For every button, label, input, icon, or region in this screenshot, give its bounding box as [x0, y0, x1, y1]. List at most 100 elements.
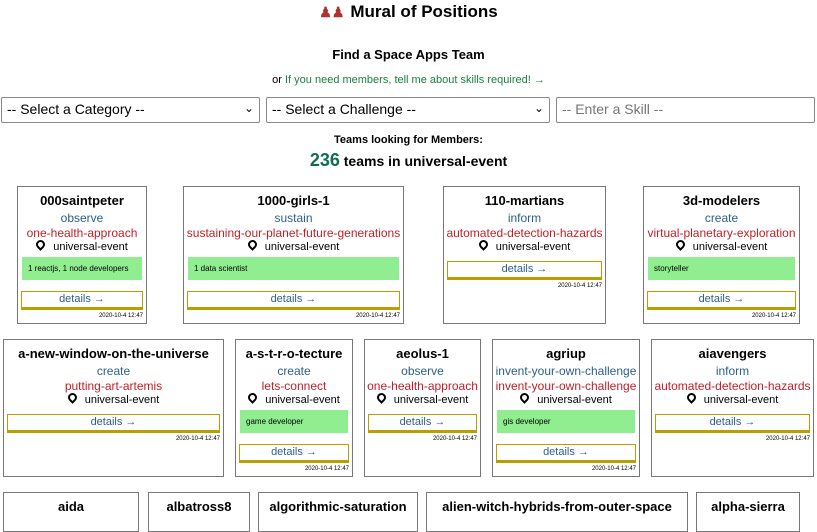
details-button[interactable]: details → [496, 444, 636, 463]
team-card: 000saintpeter observe one-health-approach u… [17, 186, 147, 324]
category-select-value: -- Select a Category -- [7, 101, 145, 117]
team-name: aiavengers [698, 346, 767, 361]
location-pin-icon [684, 391, 698, 404]
details-button[interactable]: details → [187, 291, 400, 310]
details-button[interactable]: details → [21, 291, 143, 310]
team-name: 110-martians [484, 193, 565, 208]
category-select[interactable]: -- Select a Category -- ⌄ [1, 97, 260, 123]
team-challenge: invent-your-own-challenge [495, 379, 637, 393]
team-count-number: 236 [309, 150, 340, 170]
team-event: universal-event [493, 391, 639, 406]
people-icon: ♟♟ [319, 4, 345, 20]
location-pin-icon [374, 391, 388, 404]
details-button[interactable]: details → [655, 414, 810, 433]
find-team-heading: Find a Space Apps Team [332, 47, 485, 62]
chevron-down-icon: ⌄ [243, 101, 254, 115]
team-name: agriup [546, 346, 586, 361]
chevron-down-icon: ⌄ [533, 101, 544, 115]
team-challenge: putting-art-artemis [64, 379, 163, 393]
team-name: 1000-girls-1 [257, 193, 330, 208]
team-name: 000saintpeter [40, 193, 124, 208]
team-event: universal-event [4, 391, 223, 406]
location-pin-icon [34, 238, 48, 251]
team-card: aeolus-1 observe one-health-approach univer… [364, 339, 481, 477]
team-event: universal-event [444, 238, 605, 253]
team-date: 2020-10-4 12:47 [765, 436, 810, 442]
team-event: universal-event [18, 238, 146, 253]
team-name: albatross8 [166, 499, 232, 514]
team-challenge: one-health-approach [26, 226, 138, 240]
team-challenge: automated-detection-hazards [446, 226, 603, 240]
location-pin-icon [518, 391, 532, 404]
team-date: 2020-10-4 12:47 [557, 283, 602, 289]
members-link[interactable]: If you need members, tell me about skill… [285, 74, 545, 86]
team-event-label: universal-event [265, 394, 340, 406]
location-pin-icon [65, 391, 79, 404]
team-card: albatross8 [148, 492, 250, 532]
team-skills: game developer [240, 410, 348, 433]
page-title-text: Mural of Positions [350, 2, 498, 21]
team-subgroup: create [704, 211, 739, 225]
team-card: agriup invent-your-own-challenge invent-yo… [492, 339, 640, 477]
team-name: alpha-sierra [711, 499, 785, 514]
location-pin-icon [246, 391, 260, 404]
team-date: 2020-10-4 12:47 [751, 313, 796, 319]
details-button[interactable]: details → [7, 414, 220, 433]
team-card: a-s-t-r-o-tecture create lets-connect unive… [235, 339, 353, 477]
team-card: alien-witch-hybrids-from-outer-space [426, 492, 688, 532]
team-challenge: sustaining-our-planet-future-generations [186, 226, 401, 240]
team-date: 2020-10-4 12:47 [98, 313, 143, 319]
arrow-right-icon: → [533, 74, 545, 86]
team-event: universal-event [236, 391, 352, 406]
team-skills: 1 data scientist [188, 257, 399, 280]
details-button[interactable]: details → [239, 444, 349, 463]
team-skills: gis developer [497, 410, 635, 433]
team-skills: storyteller [648, 257, 795, 280]
team-card: a-new-window-on-the-universe create puttin… [3, 339, 224, 477]
team-name: 3d-modelers [682, 193, 761, 208]
team-count-suffix: teams in universal-event [343, 153, 508, 169]
team-subgroup: create [96, 364, 131, 378]
team-event-label: universal-event [264, 241, 340, 253]
team-name: a-new-window-on-the-universe [18, 346, 209, 361]
team-subgroup: observe [60, 211, 104, 225]
team-skills: 1 reactjs, 1 node developers [22, 257, 142, 280]
members-line: or If you need members, tell me about sk… [0, 74, 817, 86]
skill-input[interactable]: -- Enter a Skill -- [556, 97, 815, 123]
team-subgroup: sustain [274, 211, 313, 225]
team-event: universal-event [365, 391, 480, 406]
team-subgroup: invent-your-own-challenge [495, 364, 637, 378]
team-card: alpha-sierra [696, 492, 800, 532]
team-event-label: universal-event [393, 394, 469, 406]
team-card: algorithmic-saturation [258, 492, 418, 532]
details-button[interactable]: details → [647, 291, 796, 310]
skill-input-placeholder: -- Enter a Skill -- [562, 101, 664, 117]
team-name: alien-witch-hybrids-from-outer-space [442, 499, 672, 514]
team-date: 2020-10-4 12:47 [355, 313, 400, 319]
team-card: aida [3, 492, 139, 532]
team-name: aida [57, 499, 84, 514]
or-text: or [272, 74, 282, 86]
team-event: universal-event [184, 238, 403, 253]
team-date: 2020-10-4 12:47 [175, 436, 220, 442]
team-event-label: universal-event [537, 394, 612, 406]
team-event-label: universal-event [53, 241, 128, 253]
location-pin-icon [476, 238, 490, 251]
team-date: 2020-10-4 12:47 [432, 436, 477, 442]
team-event-label: universal-event [692, 241, 768, 253]
details-button[interactable]: details → [368, 414, 477, 433]
team-card: 110-martians inform automated-detection-ha… [443, 186, 606, 324]
challenge-select[interactable]: -- Select a Challenge -- ⌄ [266, 97, 550, 123]
team-subgroup: inform [715, 364, 750, 378]
team-event-label: universal-event [703, 394, 779, 406]
team-count: 236 teams in universal-event [0, 150, 817, 171]
page-title: ♟♟ Mural of Positions [0, 2, 817, 22]
team-subgroup: create [277, 364, 311, 378]
team-date: 2020-10-4 12:47 [591, 466, 636, 472]
team-card: 1000-girls-1 sustain sustaining-our-planet… [183, 186, 404, 324]
location-pin-icon [245, 238, 259, 251]
team-card: 3d-modelers create virtual-planetary-explo… [643, 186, 800, 324]
team-subgroup: observe [401, 364, 444, 378]
details-button[interactable]: details → [447, 261, 602, 280]
team-event-label: universal-event [495, 241, 571, 253]
